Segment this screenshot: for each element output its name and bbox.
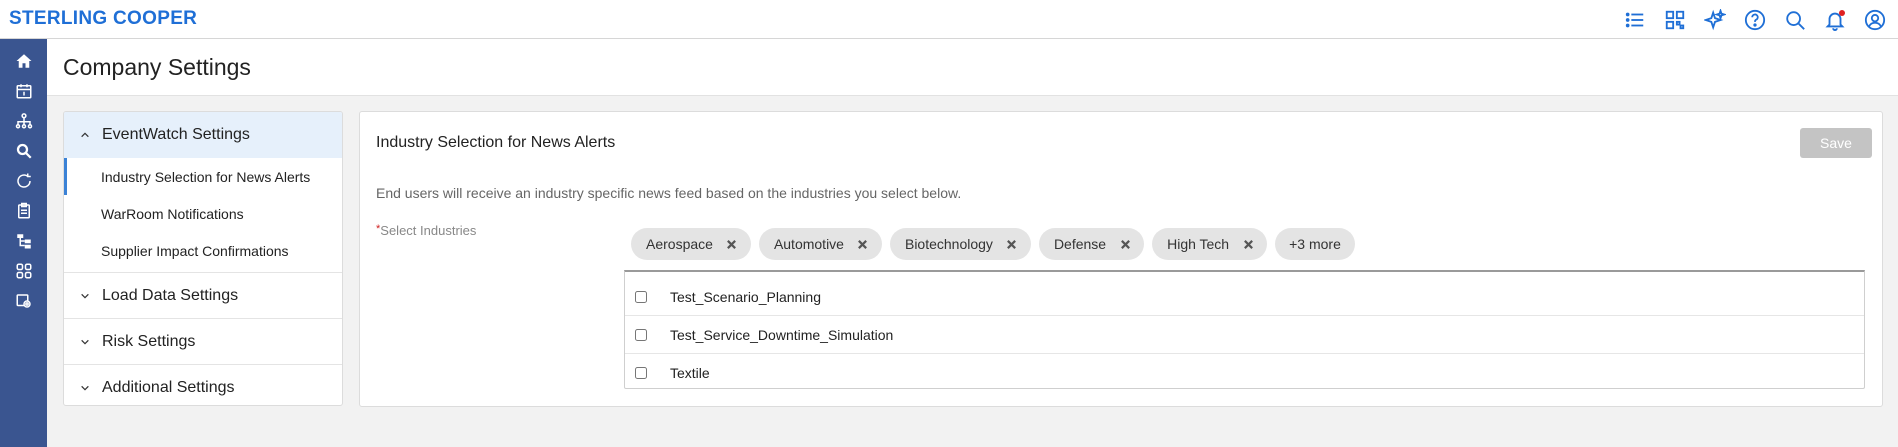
nav-section-label: Load Data Settings [102, 286, 239, 304]
nav-section-label: Additional Settings [102, 379, 235, 396]
option-label: Textile [670, 365, 710, 381]
remove-chip-icon[interactable] [1118, 237, 1132, 251]
option-label: Test_Scenario_Planning [670, 288, 821, 305]
nav-item-supplier-impact[interactable]: Supplier Impact Confirmations [64, 232, 342, 269]
settings-gear-icon[interactable] [12, 289, 36, 313]
remove-chip-icon[interactable] [856, 237, 870, 251]
chip-label: Automotive [773, 236, 844, 252]
nav-item-industry-selection[interactable]: Industry Selection for News Alerts [64, 158, 342, 195]
industry-option[interactable]: Textile [625, 354, 1864, 392]
chip-label: High Tech [1167, 236, 1230, 252]
chip-high-tech: High Tech [1152, 228, 1268, 260]
sparkle-icon[interactable] [1702, 7, 1728, 33]
chip-automotive: Automotive [758, 228, 882, 260]
save-button[interactable]: Save [1800, 128, 1872, 158]
industries-dropdown: Test_Scenario_Planning Test_Service_Down… [624, 270, 1865, 389]
remove-chip-icon[interactable] [1005, 237, 1019, 251]
chevron-down-icon [78, 289, 92, 303]
panel-description: End users will receive an industry speci… [376, 185, 962, 201]
settings-panel: Industry Selection for News Alerts Save … [359, 111, 1883, 407]
left-rail [0, 39, 47, 447]
chip-defense: Defense [1038, 228, 1145, 260]
nav-section-risk[interactable]: Risk Settings [64, 319, 342, 365]
apps-icon[interactable] [12, 259, 36, 283]
chip-aerospace: Aerospace [631, 228, 751, 260]
page-header: Company Settings [47, 39, 1898, 96]
top-bar: STERLING COOPER [0, 0, 1898, 39]
settings-nav: EventWatch Settings Industry Selection f… [63, 111, 343, 406]
chevron-down-icon [78, 381, 92, 395]
user-icon[interactable] [1862, 7, 1888, 33]
remove-chip-icon[interactable] [725, 237, 739, 251]
search-icon[interactable] [12, 139, 36, 163]
nav-section-label: Risk Settings [102, 332, 196, 350]
search-icon[interactable] [1782, 7, 1808, 33]
nav-section-load-data[interactable]: Load Data Settings [64, 273, 342, 319]
page-title: Company Settings [63, 54, 251, 80]
bell-icon[interactable] [1822, 7, 1848, 33]
dashboard-icon[interactable] [1662, 7, 1688, 33]
clipboard-icon[interactable] [12, 199, 36, 223]
hierarchy-icon[interactable] [12, 229, 36, 253]
nav-item-warroom-notifications[interactable]: WarRoom Notifications [64, 195, 342, 232]
nav-group-eventwatch: EventWatch Settings Industry Selection f… [64, 112, 342, 273]
chevron-down-icon [78, 335, 92, 349]
industry-checkbox[interactable] [635, 290, 647, 303]
nav-section-additional[interactable]: Additional Settings [64, 365, 342, 405]
brand-logo[interactable]: STERLING COOPER [9, 8, 197, 30]
panel-title: Industry Selection for News Alerts [376, 134, 616, 151]
chip-label: Biotechnology [904, 236, 993, 252]
nav-section-label: EventWatch Settings [102, 126, 250, 143]
industry-option[interactable]: Test_Scenario_Planning [625, 278, 1864, 316]
chip-label: Defense [1053, 236, 1107, 252]
header-toolbar [1622, 0, 1888, 39]
selected-industries: Aerospace Automotive Biotechnology Defen… [631, 228, 1355, 260]
industry-option[interactable]: Test_Service_Downtime_Simulation [625, 316, 1864, 354]
notification-dot [1839, 9, 1845, 16]
calendar-icon[interactable] [12, 79, 36, 103]
option-label: Test_Service_Downtime_Simulation [670, 326, 894, 343]
home-icon[interactable] [12, 49, 36, 73]
remove-chip-icon[interactable] [1241, 237, 1255, 251]
chevron-up-icon [78, 128, 92, 142]
network-icon[interactable] [12, 109, 36, 133]
industry-checkbox[interactable] [635, 367, 647, 379]
nav-section-eventwatch[interactable]: EventWatch Settings [64, 112, 342, 158]
select-industries-label: *Select Industries [376, 223, 477, 238]
chip-biotechnology: Biotechnology [889, 228, 1031, 260]
help-icon[interactable] [1742, 7, 1768, 33]
industry-checkbox[interactable] [635, 328, 647, 341]
more-chips-button[interactable]: +3 more [1275, 228, 1355, 260]
refresh-icon[interactable] [12, 169, 36, 193]
chip-label: Aerospace [646, 236, 713, 252]
list-icon[interactable] [1622, 7, 1648, 33]
